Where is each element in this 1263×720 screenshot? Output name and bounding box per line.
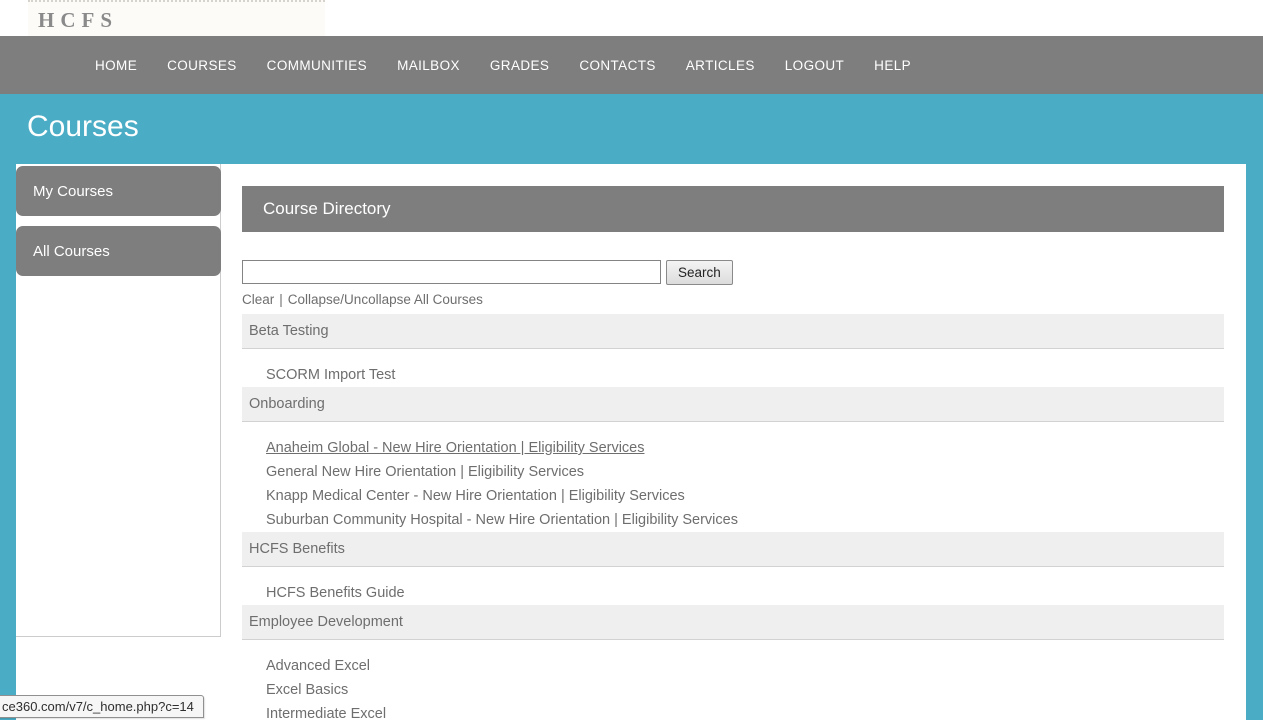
nav-item-contacts[interactable]: CONTACTS [579,58,655,73]
course-link-scorm-import-test[interactable]: SCORM Import Test [266,363,1224,387]
nav-item-communities[interactable]: COMMUNITIES [267,58,367,73]
app-logo-text: HCFS [28,6,118,33]
left-accent-stripe [0,164,16,720]
category-onboarding: Onboarding Anaheim Global - New Hire Orie… [242,387,1224,532]
nav-item-mailbox[interactable]: MAILBOX [397,58,460,73]
app-logo[interactable]: HCFS [28,0,325,36]
category-items: Advanced ExcelExcel BasicsIntermediate E… [242,640,1224,720]
nav-item-grades[interactable]: GRADES [490,58,549,73]
category-employee-development: Employee DevelopmentAdvanced ExcelExcel … [242,605,1224,720]
page-title-band: Courses [0,94,1263,164]
category-items: SCORM Import Test [242,349,1224,387]
panel-header: Course Directory [242,186,1224,232]
search-button[interactable]: Search [666,260,733,285]
nav-item-home[interactable]: HOME [95,58,137,73]
right-accent-stripe [1246,164,1263,720]
course-link-advanced-excel[interactable]: Advanced Excel [266,654,1224,678]
sidebar-item-all-courses[interactable]: All Courses [16,226,221,276]
clear-link[interactable]: Clear [242,292,274,307]
category-header-hcfs-benefits[interactable]: HCFS Benefits [242,532,1224,567]
sidebar: My Courses All Courses [16,164,221,637]
sidebar-item-my-courses[interactable]: My Courses [16,166,221,216]
course-link-hcfs-benefits-guide[interactable]: HCFS Benefits Guide [266,581,1224,605]
course-link-suburban-community-hospital-new-hire-orientation-eligibility-services[interactable]: Suburban Community Hospital - New Hire O… [266,508,1224,532]
link-separator: | [279,292,283,307]
course-link-knapp-medical-center-new-hire-orientation-eligibility-services[interactable]: Knapp Medical Center - New Hire Orientat… [266,484,1224,508]
category-header-employee-development[interactable]: Employee Development [242,605,1224,640]
nav-item-help[interactable]: HELP [874,58,911,73]
directory-toolbar: Clear | Collapse/Uncollapse All Courses [242,292,1224,307]
nav-item-courses[interactable]: COURSES [167,58,237,73]
course-link-intermediate-excel[interactable]: Intermediate Excel [266,702,1224,720]
search-input[interactable] [242,260,661,284]
page: HCFS HOME COURSES COMMUNITIES MAILBOX GRADES… [0,0,1263,720]
category-header-beta-testing[interactable]: Beta Testing [242,314,1224,349]
nav-item-logout[interactable]: LOGOUT [785,58,844,73]
page-title: Courses [27,110,139,144]
category-header-onboarding[interactable]: Onboarding [242,387,1224,422]
course-directory-list: Beta Testing SCORM Import TestOnboarding A… [242,314,1224,720]
nav-item-articles[interactable]: ARTICLES [686,58,755,73]
category-items: HCFS Benefits Guide [242,567,1224,605]
main-nav: HOME COURSES COMMUNITIES MAILBOX GRADES CONTA… [0,36,1263,94]
panel-title: Course Directory [263,199,391,219]
category-items: Anaheim Global - New Hire Orientation | … [242,422,1224,532]
course-link-excel-basics[interactable]: Excel Basics [266,678,1224,702]
category-beta-testing: Beta Testing SCORM Import Test [242,314,1224,387]
main-content: Course Directory Search Clear | Collapse/U… [242,186,1224,720]
course-link-anaheim-global-new-hire-orientation-eligibility-services[interactable]: Anaheim Global - New Hire Orientation | … [266,436,1224,460]
course-link-general-new-hire-orientation-eligibility-services[interactable]: General New Hire Orientation | Eligibili… [266,460,1224,484]
status-bar-url: ce360.com/v7/c_home.php?c=14 [0,695,204,718]
collapse-all-link[interactable]: Collapse/Uncollapse All Courses [288,292,483,307]
category-hcfs-benefits: HCFS Benefits HCFS Benefits Guide [242,532,1224,605]
search-row: Search [242,259,1224,285]
